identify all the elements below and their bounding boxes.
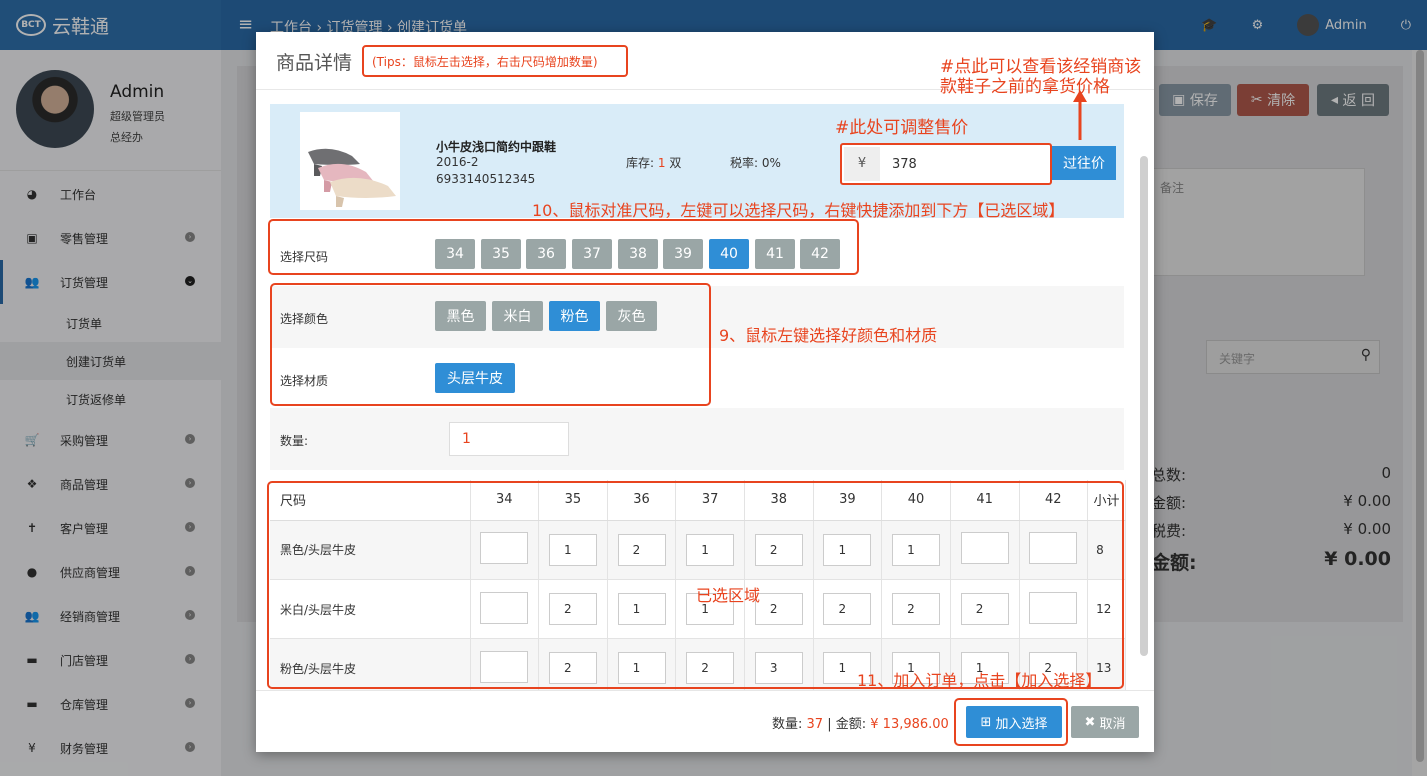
stock-label: 库存: bbox=[626, 156, 655, 170]
color-material-annotation-box bbox=[270, 283, 711, 406]
modal-title: 商品详情 bbox=[276, 52, 353, 74]
footer-amount-value: ¥ 13,986.00 bbox=[870, 717, 949, 732]
price-annotation: #此处可调整售价 bbox=[835, 118, 969, 138]
color-annotation: 9、鼠标左键选择好颜色和材质 bbox=[719, 326, 938, 345]
footer-qty-value: 37 bbox=[806, 717, 824, 732]
product-name: 小牛皮浅口简约中跟鞋 bbox=[436, 140, 557, 154]
stock-value: 1 bbox=[657, 156, 666, 170]
modal-body: 小牛皮浅口简约中跟鞋 2016-2 6933140512345 库存: 1 双 … bbox=[256, 90, 1154, 690]
product-tax: 税率: 0% bbox=[730, 156, 781, 170]
cancel-label: 取消 bbox=[1099, 716, 1126, 732]
stock-unit: 双 bbox=[669, 156, 682, 170]
modal-tips: (Tips：鼠标左击选择，右击尺码增加数量) bbox=[362, 45, 628, 77]
price-value: 378 bbox=[892, 157, 917, 172]
footer-qty-label: 数量: bbox=[772, 717, 803, 732]
arrow-up-icon bbox=[1073, 90, 1087, 140]
product-stock: 库存: 1 双 bbox=[626, 154, 681, 171]
product-code: 2016-2 bbox=[436, 155, 479, 169]
product-barcode: 6933140512345 bbox=[436, 172, 536, 186]
cancel-button[interactable]: ✖ 取消 bbox=[1071, 706, 1139, 738]
size-annotation: 10、鼠标对准尺码，左键可以选择尺码，右键快捷添加到下方【已选区域】 bbox=[532, 201, 1065, 220]
add-annotation: 11、加入订单，点击【加入选择】 bbox=[857, 671, 1102, 690]
quantity-input[interactable]: 1 bbox=[449, 422, 569, 456]
product-detail-modal: 商品详情 (Tips：鼠标左击选择，右击尺码增加数量) 小牛皮浅口简约中跟鞋 2… bbox=[256, 32, 1154, 752]
footer-amount-label: | 金额: bbox=[827, 717, 867, 732]
add-button-annotation-box bbox=[954, 698, 1068, 746]
quantity-label: 数量: bbox=[280, 434, 309, 448]
footer-summary: 数量: 37 | 金额: ¥ 13,986.00 bbox=[772, 713, 949, 732]
currency-symbol: ¥ bbox=[844, 147, 880, 181]
modal-footer: 数量: 37 | 金额: ¥ 13,986.00 ⊞ 加入选择 ✖ 取消 bbox=[256, 690, 1154, 752]
selected-area-label: 已选区域 bbox=[696, 586, 761, 605]
product-image bbox=[300, 112, 400, 210]
close-icon: ✖ bbox=[1084, 714, 1100, 730]
size-annotation-box bbox=[268, 219, 859, 275]
quantity-row: 数量: 1 bbox=[270, 408, 1124, 470]
modal-scrollbar[interactable] bbox=[1140, 156, 1148, 656]
price-input[interactable]: ¥ 378 bbox=[840, 143, 1052, 185]
history-price-button[interactable]: 过往价 bbox=[1052, 146, 1116, 180]
